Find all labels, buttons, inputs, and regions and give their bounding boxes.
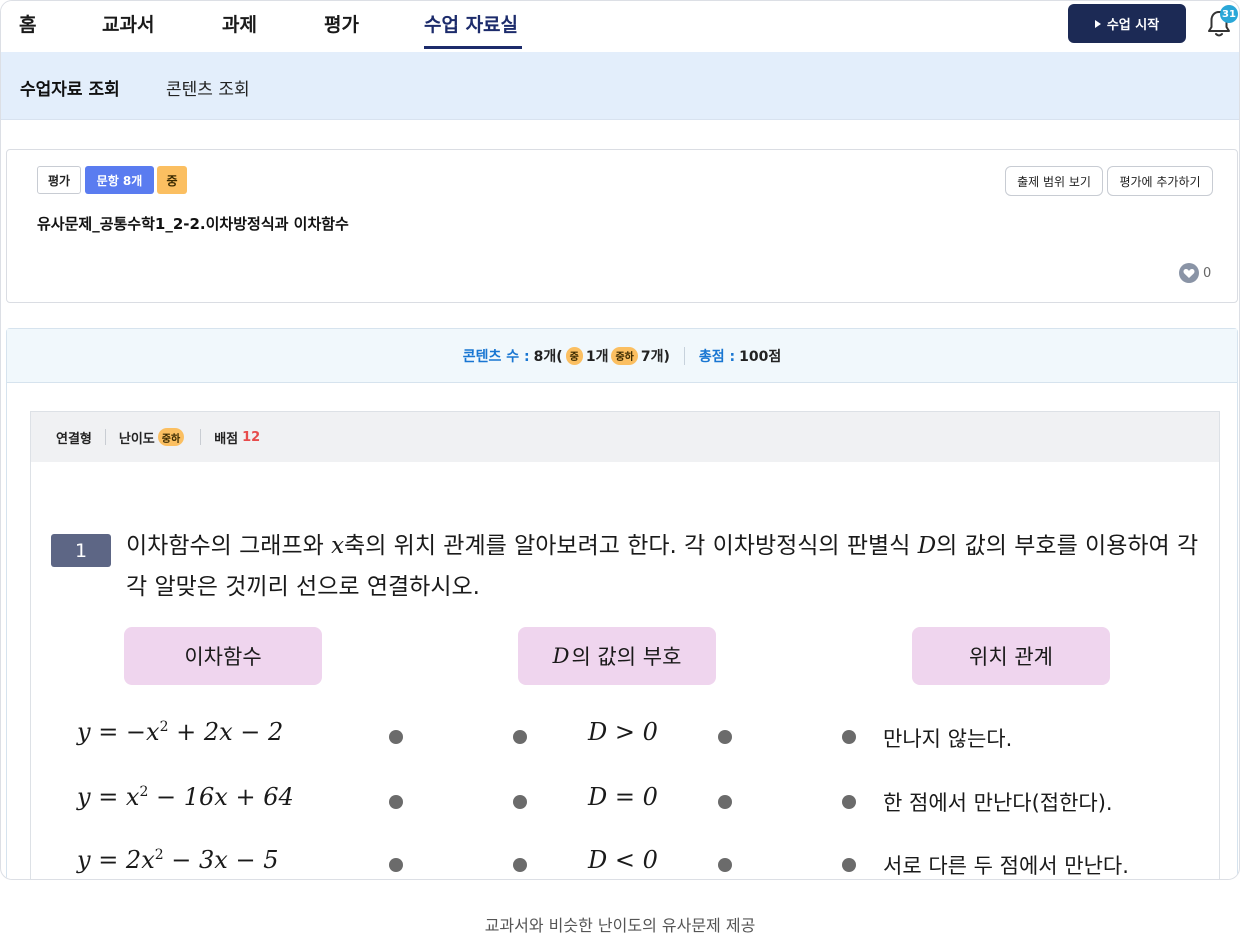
question-number: 1: [51, 534, 111, 567]
match-dot-dleft-3[interactable]: [513, 858, 527, 872]
view-scope-button[interactable]: 출제 범위 보기: [1005, 166, 1103, 196]
function-row-3: y = 2x2 − 3x − 5: [77, 846, 279, 874]
content-summary: 콘텐츠 수 : 8개( 중 1개 중하 7개) 총점 : 100점: [7, 329, 1237, 383]
material-info-card: 평가 문항 8개 중 출제 범위 보기 평가에 추가하기 유사문제_공통수학1_…: [6, 149, 1238, 303]
points-label: 배점: [214, 431, 239, 447]
column-header-function: 이차함수: [124, 627, 322, 685]
tab-textbook[interactable]: 교과서: [102, 10, 154, 37]
notification-badge: 31: [1220, 5, 1238, 23]
meta-divider: [200, 429, 202, 445]
tab-assignment[interactable]: 과제: [222, 10, 257, 37]
match-dot-dright-1[interactable]: [718, 730, 732, 744]
summary-divider: [683, 346, 685, 365]
match-dot-dright-2[interactable]: [718, 795, 732, 809]
column-header-relation: 위치 관계: [912, 627, 1110, 685]
function-row-2: y = x2 − 16x + 64: [77, 783, 294, 811]
question-meta: 연결형 난이도 중하 배점 12: [31, 412, 1219, 462]
tab-class-library[interactable]: 수업 자료실: [424, 10, 518, 37]
meta-divider: [104, 429, 106, 445]
play-icon: [1094, 19, 1101, 28]
d-value-row-1: D > 0: [588, 718, 658, 746]
match-dot-relation-2[interactable]: [842, 795, 856, 809]
question-text: 이차함수의 그래프와 x축의 위치 관계를 알아보려고 한다. 각 이차방정식의…: [126, 533, 1199, 600]
match-dot-dright-3[interactable]: [718, 858, 732, 872]
content-count-value: 8개(: [533, 348, 563, 365]
mid-count: 1개: [585, 348, 609, 365]
relation-row-3: 서로 다른 두 점에서 만난다.: [883, 854, 1129, 878]
top-nav: 홈 교과서 과제 평가 수업 자료실 수업 시작 31: [1, 1, 1239, 51]
d-value-row-2: D = 0: [588, 783, 658, 811]
question-type: 연결형: [56, 431, 92, 447]
match-dot-func-3[interactable]: [389, 858, 403, 872]
total-score-label: 총점 :: [698, 348, 736, 365]
like-count: 0: [1203, 265, 1212, 281]
match-dot-func-1[interactable]: [389, 730, 403, 744]
question-count-tag: 문항 8개: [85, 166, 154, 194]
sub-nav: 수업자료 조회 콘텐츠 조회: [1, 52, 1239, 120]
relation-row-1: 만나지 않는다.: [883, 727, 1013, 751]
heart-icon: [1179, 263, 1199, 283]
tab-home[interactable]: 홈: [19, 10, 36, 37]
level-tag: 중: [157, 166, 187, 194]
level-midlow-badge: 중하: [611, 346, 638, 365]
match-dot-dleft-1[interactable]: [513, 730, 527, 744]
question-card: 연결형 난이도 중하 배점 12 1 이차함수의 그래프와 x축의 위치 관계를…: [30, 411, 1220, 879]
difficulty-badge: 중하: [157, 428, 185, 446]
content-panel: 콘텐츠 수 : 8개( 중 1개 중하 7개) 총점 : 100점 연결형 난이…: [6, 328, 1238, 879]
match-dot-func-2[interactable]: [389, 795, 403, 809]
match-dot-relation-3[interactable]: [842, 858, 856, 872]
material-title: 유사문제_공통수학1_2-2.이차방정식과 이차함수: [37, 215, 349, 233]
match-dot-dleft-2[interactable]: [513, 795, 527, 809]
subnav-class-materials[interactable]: 수업자료 조회: [20, 75, 120, 100]
type-tag: 평가: [37, 166, 81, 194]
function-row-1: y = −x2 + 2x − 2: [77, 718, 284, 746]
like-control[interactable]: 0: [1179, 263, 1211, 283]
content-count-label: 콘텐츠 수 :: [462, 348, 530, 365]
midlow-count: 7개): [640, 348, 670, 365]
points-value: 12: [242, 429, 261, 445]
tab-evaluation[interactable]: 평가: [324, 10, 359, 37]
active-tab-indicator: [424, 46, 522, 49]
relation-row-2: 한 점에서 만난다(접한다).: [883, 791, 1113, 815]
d-value-row-3: D < 0: [588, 846, 658, 874]
start-class-label: 수업 시작: [1106, 18, 1160, 33]
start-class-button[interactable]: 수업 시작: [1068, 4, 1186, 43]
subnav-contents[interactable]: 콘텐츠 조회: [166, 75, 250, 100]
difficulty-label: 난이도: [118, 431, 155, 447]
add-to-evaluation-button[interactable]: 평가에 추가하기: [1107, 166, 1213, 196]
total-score-value: 100점: [739, 348, 782, 365]
column-header-d-sign: D의 값의 부호: [518, 627, 716, 685]
level-mid-badge: 중: [565, 346, 583, 365]
app-window: 홈 교과서 과제 평가 수업 자료실 수업 시작 31 수업자료 조회 콘텐츠 …: [0, 0, 1240, 880]
match-dot-relation-1[interactable]: [842, 730, 856, 744]
image-caption: 교과서와 비슷한 난이도의 유사문제 제공: [484, 916, 756, 935]
